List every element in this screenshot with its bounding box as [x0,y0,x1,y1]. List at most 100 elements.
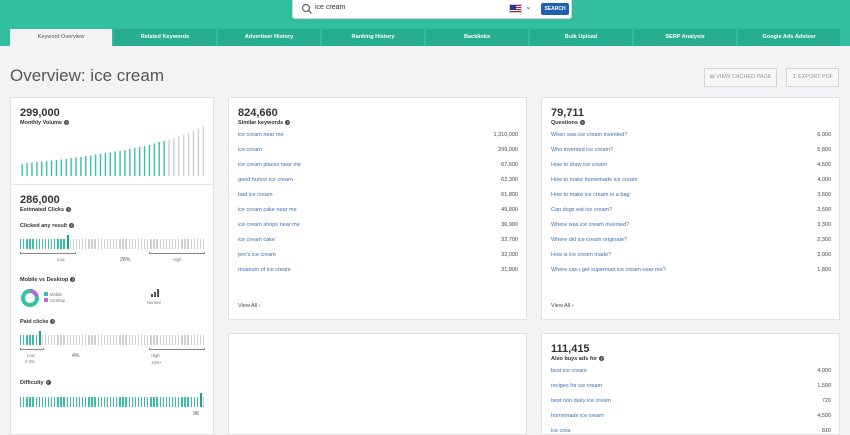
keyword-link[interactable]: Where was ice cream invented? [551,222,629,228]
similar-view-all-link[interactable]: View All › [238,303,261,309]
volume-bar [65,159,67,176]
keyword-link[interactable]: jeni's ice cream [238,252,276,258]
level-tick [63,239,65,249]
us-flag-icon[interactable] [509,4,522,13]
keyword-link[interactable]: Can dogs eat ice cream? [551,207,612,213]
level-tick [35,397,37,407]
help-icon[interactable]: ? [599,356,605,361]
keyword-link[interactable]: How to make ice cream in a bag [551,192,630,198]
search-volume: 3,300 [817,222,831,228]
level-tick [162,239,164,249]
volume-bar [21,164,23,176]
level-tick [57,335,59,345]
level-tick [128,335,130,345]
keyword-link[interactable]: How to draw ice cream [551,162,607,168]
level-tick [82,239,84,249]
tab-keyword-overview[interactable]: Keyword Overview [10,29,112,46]
help-icon[interactable]: ? [50,319,56,324]
questions-view-all-link[interactable]: View All › [551,303,574,309]
view-cached-page-button[interactable]: ▤ VIEW CACHED PAGE [704,68,777,87]
search-icon[interactable] [301,3,313,15]
keyword-link[interactable]: best ice cream [551,368,587,374]
keyword-link[interactable]: ice cream places near me [238,162,301,168]
level-tick [150,239,152,249]
questions-card: 79,711 Questions? When was ice cream inv… [541,97,840,320]
mobile-normal-label: Normal [147,300,161,305]
level-tick [168,397,171,407]
keyword-link[interactable]: recipes for ice cream [551,383,602,389]
chevron-down-icon[interactable]: ⌄ [525,2,532,11]
search-volume: 4,000 [817,177,831,183]
list-item: ice cream places near me 67,600 [238,162,518,171]
keyword-link[interactable]: Where did ice cream originate? [551,237,627,243]
help-icon[interactable]: ? [66,207,72,212]
search-volume: 4,000 [817,368,831,374]
tab-serp-analysis[interactable]: SERP Analysis [634,29,736,46]
level-tick [199,393,202,407]
signal-bars-icon [151,289,159,297]
level-tick [119,335,121,345]
level-tick [32,239,34,249]
keyword-link[interactable]: ice cream shops near me [238,222,300,228]
keyword-link[interactable]: ice crea [551,428,570,434]
keyword-link[interactable]: ice cream near me [238,132,284,138]
keyword-link[interactable]: homemade ice cream [551,413,604,419]
tab-bulk-upload[interactable]: Bulk Upload [530,29,632,46]
help-icon[interactable]: ? [64,120,70,125]
level-tick [162,397,164,407]
search-volume: 2,000 [817,252,831,258]
level-tick [20,239,22,249]
keyword-link[interactable]: good humor ice cream [238,177,293,183]
level-tick [196,397,199,407]
keyword-link[interactable]: ice cream [238,147,262,153]
keyword-link[interactable]: best non dairy ice cream [551,398,611,404]
list-item: How to make homemade ice cream 4,000 [551,177,831,186]
tab-bar: Keyword Overview Related Keywords Advertis… [10,29,840,46]
export-pdf-button[interactable]: ↧ EXPORT PDF [786,68,839,87]
keyword-link[interactable]: Where can i get superman ice cream near … [551,267,666,273]
keyword-link[interactable]: When was ice cream invented? [551,132,627,138]
help-icon[interactable]: ? [45,380,51,385]
tab-related-keywords[interactable]: Related Keywords [114,29,216,46]
help-icon[interactable]: ? [579,120,585,125]
chevron-right-icon: › [571,303,574,309]
level-tick [85,239,87,249]
help-icon[interactable]: ? [285,120,291,125]
low-bracket [20,348,44,350]
level-tick [38,331,41,345]
tab-backlinks[interactable]: Backlinks [426,29,528,46]
help-icon[interactable]: ? [69,223,75,228]
keyword-link[interactable]: ice cream cake near me [238,207,297,213]
volume-bar [129,149,131,176]
help-icon[interactable]: ? [70,277,76,282]
level-tick [134,335,137,345]
search-volume: 67,600 [501,162,518,168]
level-tick [35,239,37,249]
search-bar: ice cream ⌄ SEARCH [292,0,572,19]
tab-ranking-history[interactable]: Ranking History [322,29,424,46]
level-tick [116,335,118,345]
tab-google-ads-advisor[interactable]: Google Ads Advisor [738,29,840,46]
level-tick [82,335,84,345]
search-input[interactable]: ice cream [315,4,345,11]
volume-bar [173,138,175,176]
keyword-link[interactable]: bad ice cream [238,192,273,198]
search-volume: 62,300 [501,177,518,183]
level-tick [199,335,202,345]
keyword-link[interactable]: ice cream cake [238,237,275,243]
level-tick [190,239,192,249]
level-tick [85,397,87,407]
search-button[interactable]: SEARCH [541,3,569,15]
keyword-link[interactable]: How to make homemade ice cream [551,177,638,183]
keyword-link[interactable]: Who invented ice cream? [551,147,613,153]
keyword-link[interactable]: museum of ice cream [238,267,291,273]
volume-chart [21,126,204,176]
keyword-link[interactable]: How is ice cream made? [551,252,611,258]
list-item: Where did ice cream originate? 2,300 [551,237,831,246]
clicked-any-percent: 26% [120,257,131,263]
tab-advertiser-history[interactable]: Advertiser History [218,29,320,46]
level-tick [88,239,90,249]
high-label: High [173,257,182,262]
level-tick [88,397,90,407]
level-tick [153,239,155,249]
